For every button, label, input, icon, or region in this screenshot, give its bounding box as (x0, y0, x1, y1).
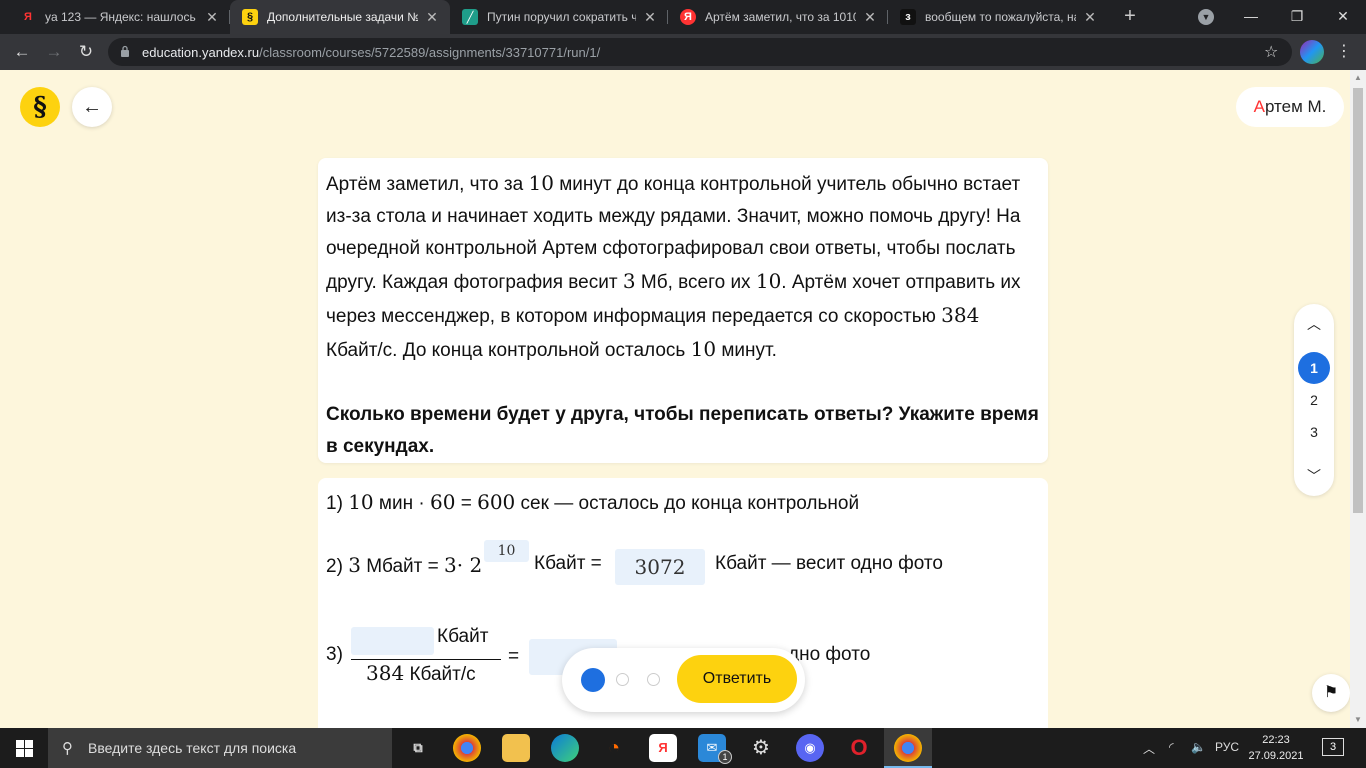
task-question: Сколько времени будет у друга, чтобы пер… (326, 404, 1039, 457)
close-tab-icon[interactable]: ✕ (642, 9, 658, 26)
tab-yandex-search[interactable]: Я ya 123 — Яндекс: нашлось 5 ✕ (8, 0, 230, 34)
scroll-down-arrow[interactable]: ▼ (1350, 712, 1366, 728)
progress-dot (647, 673, 660, 686)
tab-znanija[interactable]: з вообщем то пожалуйста, на ✕ (888, 0, 1108, 34)
page-2-button[interactable]: 2 (1298, 384, 1330, 416)
yandex-icon: Я (680, 9, 696, 25)
tab-title: ya 123 — Яндекс: нашлось 5 (45, 10, 198, 24)
exponent-input[interactable]: 10 (484, 540, 529, 562)
windows-taskbar: ⚲ Введите здесь текст для поиска ⧉ ◔ Я ✉… (0, 728, 1366, 768)
back-button[interactable]: ← (72, 87, 112, 127)
tab-yandex-question[interactable]: Я Артём заметил, что за 1010 ✕ (668, 0, 888, 34)
url-text: education.yandex.ru/classroom/courses/57… (142, 45, 601, 60)
task-view-icon[interactable]: ⧉ (404, 734, 432, 762)
menu-kebab-icon[interactable]: ⋮ (1334, 40, 1354, 64)
task-card: Артём заметил, что за 10 минут до конца … (318, 158, 1048, 463)
mail-badge: 1 (718, 750, 732, 764)
yandex-browser-icon[interactable]: Я (649, 734, 677, 762)
forward-arrow-icon[interactable]: → (42, 40, 66, 64)
task-pager: ︿ 1 2 3 ﹀ (1294, 304, 1334, 496)
step-2-unit: Кбайт = (534, 553, 602, 574)
notifications-icon[interactable]: 3 (1322, 738, 1344, 756)
tab-title: Путин поручил сократить чи (487, 10, 636, 24)
close-tab-icon[interactable]: ✕ (204, 9, 220, 26)
page-1-button[interactable]: 1 (1298, 352, 1330, 384)
progress-dot-current (581, 668, 605, 692)
windows-start-icon[interactable] (0, 728, 48, 768)
edge-icon[interactable] (551, 734, 579, 762)
close-tab-icon[interactable]: ✕ (862, 9, 878, 26)
solution-step-2: 2) 3 Мбайт = 3· 2 (326, 553, 483, 577)
step-2-tail: Кбайт — весит одно фото (715, 553, 943, 574)
tab-search-icon[interactable]: ▼ (1198, 9, 1214, 25)
clock-time: 22:23 (1262, 734, 1290, 746)
page-content: § ← Артем М. Артём заметил, что за 10 ми… (0, 70, 1350, 728)
yandex-education-logo[interactable]: § (20, 87, 60, 127)
chevron-down-icon[interactable]: ﹀ (1294, 464, 1334, 488)
active-taskbar-item[interactable] (884, 728, 932, 768)
bookmark-star-icon[interactable]: ☆ (1264, 42, 1278, 62)
yandex-icon: Я (20, 9, 36, 25)
close-tab-icon[interactable]: ✕ (1082, 9, 1098, 26)
show-hidden-icons-chevron[interactable]: ︿ (1143, 740, 1155, 757)
arrow-left-icon: ← (82, 96, 102, 118)
close-window-button[interactable]: ✕ (1320, 0, 1366, 34)
opera-gx-icon[interactable]: O (845, 734, 873, 762)
settings-gear-icon[interactable]: ⚙ (747, 734, 775, 762)
scrollbar-thumb[interactable] (1353, 88, 1363, 513)
chrome-icon[interactable] (453, 734, 481, 762)
numerator-unit: Кбайт (437, 626, 489, 647)
tab-news[interactable]: ╱ Путин поручил сократить чи ✕ (450, 0, 668, 34)
tab-title: вообщем то пожалуйста, на (925, 10, 1076, 24)
tab-education-active[interactable]: § Дополнительные задачи № ✕ (230, 0, 450, 34)
taskbar-search[interactable]: ⚲ Введите здесь текст для поиска (48, 728, 392, 768)
vertical-scrollbar[interactable]: ▲ ▼ (1350, 70, 1366, 728)
denominator: 384 Кбайт/с (366, 661, 476, 685)
submit-answer-button[interactable]: Ответить (677, 655, 797, 703)
address-bar[interactable]: education.yandex.ru/classroom/courses/57… (108, 38, 1292, 66)
minimize-button[interactable]: — (1228, 0, 1274, 34)
scroll-up-arrow[interactable]: ▲ (1350, 70, 1366, 86)
yandex-education-icon: § (242, 9, 258, 25)
language-indicator[interactable]: РУС (1215, 740, 1239, 754)
chrome-active-icon (894, 734, 922, 762)
file-explorer-icon[interactable] (502, 734, 530, 762)
numerator-input[interactable] (351, 627, 434, 655)
tab-strip: Я ya 123 — Яндекс: нашлось 5 ✕ § Дополни… (0, 0, 1366, 34)
solution-step-3-label: 3) (326, 644, 343, 665)
reload-icon[interactable]: ↻ (74, 40, 98, 64)
network-icon[interactable]: ◜ (1169, 740, 1174, 754)
solution-step-1: 1) 10 мин · 60 = 600 сек — осталось до к… (326, 490, 860, 514)
equals-sign: = (508, 646, 520, 667)
new-tab-button[interactable]: + (1118, 5, 1142, 29)
back-arrow-icon[interactable]: ← (10, 40, 34, 64)
user-chip[interactable]: Артем М. (1236, 87, 1344, 127)
tab-title: Дополнительные задачи № (267, 10, 418, 24)
close-tab-icon[interactable]: ✕ (424, 9, 440, 26)
lock-icon (121, 45, 129, 57)
volume-icon[interactable]: 🔈 (1191, 740, 1206, 754)
answer-bar: Ответить (562, 648, 805, 712)
restore-button[interactable]: ❐ (1274, 0, 1320, 34)
search-placeholder: Введите здесь текст для поиска (88, 740, 297, 756)
page-3-button[interactable]: 3 (1298, 416, 1330, 448)
news-icon: ╱ (462, 9, 478, 25)
chevron-up-icon[interactable]: ︿ (1294, 312, 1334, 336)
discord-icon[interactable]: ◉ (796, 734, 824, 762)
browser-toolbar: ← → ↻ education.yandex.ru/classroom/cour… (0, 34, 1366, 70)
fraction-line (351, 659, 501, 660)
tab-title: Артём заметил, что за 1010 (705, 10, 856, 24)
clock[interactable]: 22:23 27.09.2021 (1246, 732, 1306, 764)
origin-icon[interactable]: ◔ (600, 734, 628, 762)
task-text: Артём заметил, что за 10 минут до конца … (326, 171, 1021, 361)
profile-avatar[interactable] (1300, 40, 1324, 64)
clock-date: 27.09.2021 (1248, 750, 1304, 762)
progress-dot (616, 673, 629, 686)
flag-icon[interactable]: ⚑ (1312, 674, 1350, 712)
answer-input-step-2[interactable]: 3072 (615, 549, 705, 585)
znanija-icon: з (900, 9, 916, 25)
search-icon: ⚲ (62, 740, 73, 757)
